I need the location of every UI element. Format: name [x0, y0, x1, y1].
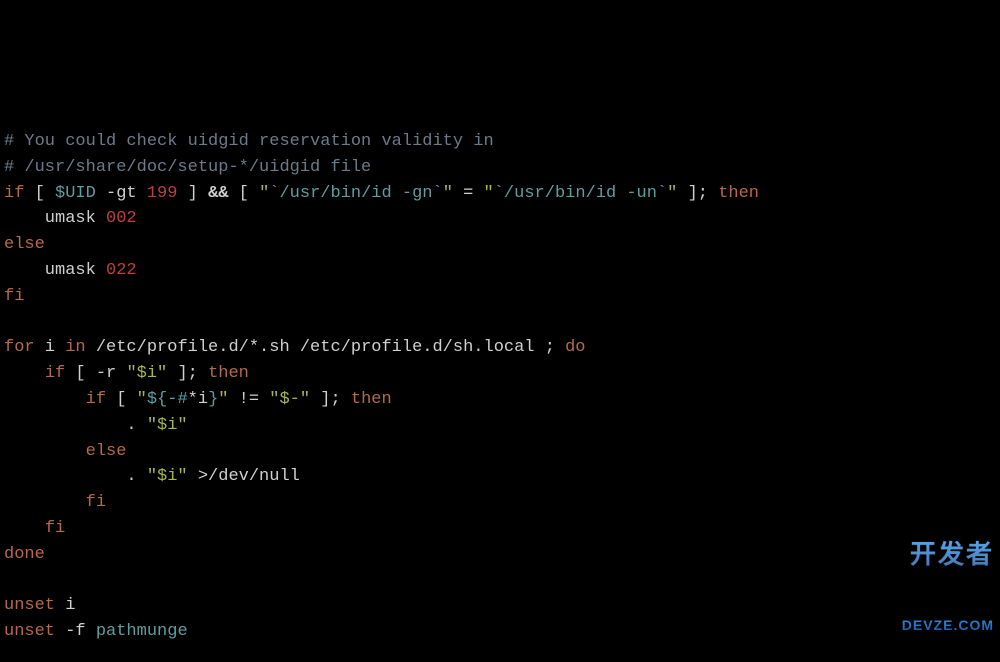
- text: i: [35, 338, 66, 357]
- text: .: [4, 467, 147, 486]
- backtick-cmd: `/usr/bin/id -un`: [494, 184, 667, 203]
- comment-line: # You could check uidgid reservation val…: [4, 132, 494, 151]
- indent: [4, 364, 45, 383]
- kw-else: else: [86, 442, 127, 461]
- var: $UID: [55, 184, 96, 203]
- backtick-cmd: `/usr/bin/id -gn`: [269, 184, 442, 203]
- text: -gt: [96, 184, 147, 203]
- kw-for: for: [4, 338, 35, 357]
- number: 002: [106, 209, 137, 228]
- quote: ": [218, 390, 228, 409]
- path-glob: /etc/profile.d/*.sh /etc/profile.d/sh.lo…: [86, 338, 565, 357]
- text: ];: [167, 364, 208, 383]
- text: ];: [310, 390, 351, 409]
- quote: ": [443, 184, 453, 203]
- kw-fi: fi: [4, 287, 24, 306]
- kw-fi: fi: [86, 493, 106, 512]
- quote: ": [667, 184, 677, 203]
- kw-done: done: [4, 545, 45, 564]
- text: =: [453, 184, 484, 203]
- function-name: pathmunge: [96, 622, 188, 641]
- kw-if: if: [45, 364, 65, 383]
- kw-in: in: [65, 338, 85, 357]
- kw-then: then: [718, 184, 759, 203]
- text: [: [228, 184, 259, 203]
- number: 199: [147, 184, 178, 203]
- string: "$i": [147, 416, 188, 435]
- indent: [4, 442, 86, 461]
- kw-do: do: [565, 338, 585, 357]
- text: .: [4, 416, 147, 435]
- param-exp: -#: [167, 390, 187, 409]
- kw-if: if: [4, 184, 24, 203]
- text: i: [55, 596, 75, 615]
- quote: ": [259, 184, 269, 203]
- quote: ": [137, 390, 147, 409]
- param-exp: ${: [147, 390, 167, 409]
- text: [: [24, 184, 55, 203]
- string: "$-": [269, 390, 310, 409]
- param-exp: }: [208, 390, 218, 409]
- kw-then: then: [208, 364, 249, 383]
- text: ]: [177, 184, 208, 203]
- indent: [4, 519, 45, 538]
- text: umask: [4, 209, 106, 228]
- text: [: [106, 390, 137, 409]
- text: -f: [55, 622, 96, 641]
- comment-line: # /usr/share/doc/setup-*/uidgid file: [4, 158, 371, 177]
- kw-unset: unset: [4, 596, 55, 615]
- string: "$i": [126, 364, 167, 383]
- number: 022: [106, 261, 137, 280]
- string: "$i": [147, 467, 188, 486]
- shell-script-source: # You could check uidgid reservation val…: [0, 103, 1000, 645]
- text: !=: [228, 390, 269, 409]
- operator-and: &&: [208, 184, 228, 203]
- kw-then: then: [351, 390, 392, 409]
- path: /dev/null: [208, 467, 300, 486]
- text: umask: [4, 261, 106, 280]
- quote: ": [484, 184, 494, 203]
- kw-fi: fi: [45, 519, 65, 538]
- indent: [4, 390, 86, 409]
- redirect: >: [188, 467, 208, 486]
- kw-if: if: [86, 390, 106, 409]
- kw-unset: unset: [4, 622, 55, 641]
- kw-else: else: [4, 235, 45, 254]
- text: ];: [677, 184, 718, 203]
- text: *i: [188, 390, 208, 409]
- text: [ -r: [65, 364, 126, 383]
- indent: [4, 493, 86, 512]
